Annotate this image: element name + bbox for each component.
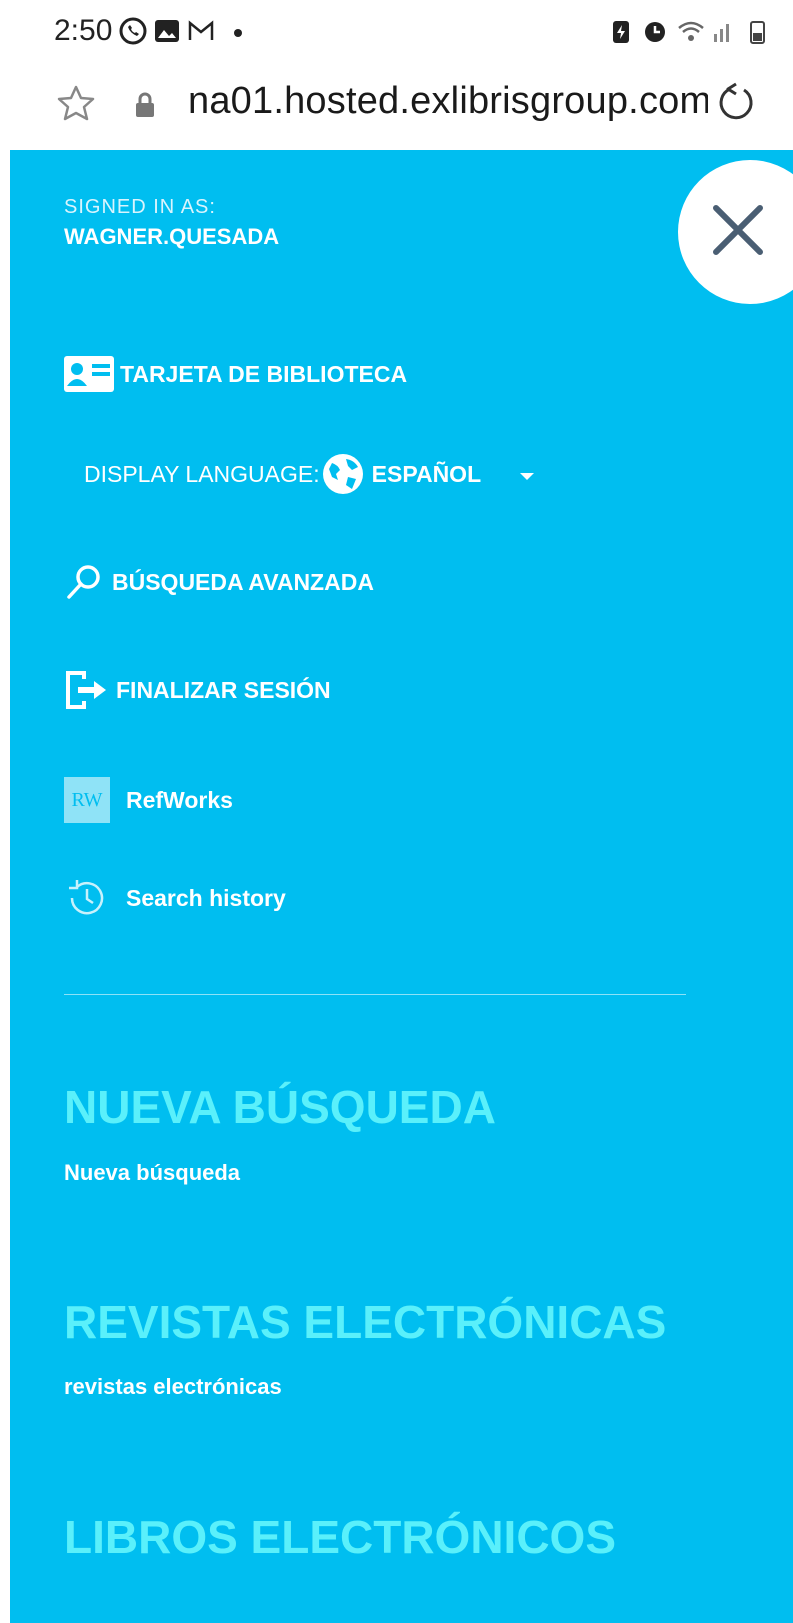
- status-bar: 2:50: [0, 0, 793, 64]
- menu-item-label: Search history: [126, 884, 286, 911]
- whatsapp-icon: [118, 16, 148, 46]
- refworks-icon: RW: [64, 777, 110, 823]
- section-link-new-search[interactable]: Nueva búsqueda: [64, 1160, 240, 1186]
- section-title-ejournals: REVISTAS ELECTRÓNICAS: [64, 1296, 667, 1348]
- signed-in-label: SIGNED IN AS:: [64, 196, 216, 218]
- id-card-icon: [64, 356, 114, 392]
- gallery-icon: [152, 16, 182, 46]
- gmail-icon: [186, 16, 216, 46]
- close-menu-button[interactable]: [678, 160, 793, 304]
- menu-item-search-history[interactable]: Search history: [64, 874, 286, 922]
- bookmark-star-icon[interactable]: [54, 82, 98, 126]
- alarm-icon: [640, 16, 670, 46]
- menu-item-library-card[interactable]: TARJETA DE BIBLIOTECA: [64, 350, 407, 398]
- logout-icon: [64, 669, 110, 711]
- menu-item-label: BÚSQUEDA AVANZADA: [112, 568, 374, 595]
- battery-icon: [742, 16, 772, 46]
- language-selector[interactable]: DISPLAY LANGUAGE: ESPAÑOL: [84, 450, 535, 498]
- menu-item-advanced-search[interactable]: BÚSQUEDA AVANZADA: [64, 558, 374, 606]
- dot-icon: [226, 16, 256, 46]
- wifi-icon: [676, 16, 706, 46]
- history-icon: [64, 877, 110, 919]
- menu-item-label: FINALIZAR SESIÓN: [116, 676, 331, 703]
- section-link-ejournals[interactable]: revistas electrónicas: [64, 1374, 282, 1400]
- dropdown-arrow-icon: [519, 469, 535, 480]
- lock-icon: [130, 90, 160, 120]
- section-title-new-search: NUEVA BÚSQUEDA: [64, 1081, 496, 1133]
- menu-item-logout[interactable]: FINALIZAR SESIÓN: [64, 666, 331, 714]
- language-value: ESPAÑOL: [371, 460, 482, 487]
- menu-item-label: RefWorks: [126, 786, 233, 813]
- username: WAGNER.QUESADA: [64, 224, 280, 249]
- divider: [64, 994, 686, 995]
- close-icon: [708, 200, 768, 260]
- search-icon: [64, 562, 104, 602]
- menu-item-refworks[interactable]: RW RefWorks: [64, 776, 233, 824]
- url-text[interactable]: na01.hosted.exlibrisgroup.com: [188, 80, 708, 123]
- section-title-ebooks: LIBROS ELECTRÓNICOS: [64, 1511, 617, 1563]
- globe-icon: [322, 453, 364, 495]
- browser-url-bar[interactable]: na01.hosted.exlibrisgroup.com: [0, 64, 793, 150]
- status-time: 2:50: [54, 14, 113, 47]
- menu-item-label: TARJETA DE BIBLIOTECA: [120, 360, 408, 387]
- signal-icon: [708, 16, 738, 46]
- battery-saver-icon: [606, 16, 636, 46]
- reload-icon[interactable]: [712, 80, 760, 128]
- side-menu-drawer: SIGNED IN AS: WAGNER.QUESADA TARJETA DE …: [10, 150, 793, 1623]
- display-language-label: DISPLAY LANGUAGE:: [84, 460, 320, 487]
